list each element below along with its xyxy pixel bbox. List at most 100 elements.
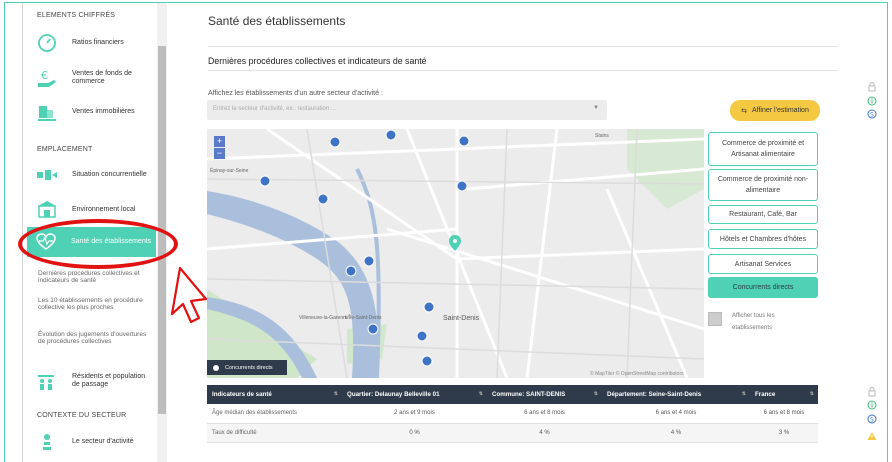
category-concurrents-directs[interactable]: Concurrents directs	[708, 277, 818, 298]
sector-icon	[36, 431, 58, 453]
map-marker[interactable]	[329, 136, 341, 148]
lock-icon[interactable]	[867, 387, 877, 397]
sort-icon: ⇅	[741, 391, 746, 397]
map[interactable]: Saint-Denis Villeneuve-la-Garenne Stains…	[207, 129, 704, 378]
svg-text:S: S	[870, 112, 874, 119]
building-sale-icon	[36, 101, 58, 123]
map-zoom-control: + −	[214, 136, 225, 160]
show-all-label: Afficher tous les établissements	[732, 313, 775, 331]
annotation-highlight-ellipse	[18, 219, 178, 269]
map-label-saint-denis: Saint-Denis	[443, 315, 480, 322]
map-label-epinay: Épinay-sur-Seine	[210, 167, 249, 174]
affiner-label: Affiner l'estimation	[752, 107, 809, 114]
source-icon[interactable]: S	[867, 414, 877, 424]
warning-icon[interactable]	[867, 431, 877, 441]
sidebar-item-label: Ventes de fonds de commerce	[72, 70, 132, 85]
table-cell: 4 %	[487, 423, 602, 443]
map-marker[interactable]	[345, 265, 357, 277]
map-marker[interactable]	[458, 135, 470, 147]
sidebar-item-label: Le secteur d'activité	[72, 438, 134, 445]
svg-text:€: €	[41, 69, 48, 82]
category-commerce-alimentaire[interactable]: Commerce de proximité et Artisanat alime…	[708, 132, 818, 166]
table-header-row: Indicateurs de santé ⇅ Quartier: Delaunay…	[207, 385, 818, 404]
sub-link-dernieres-procedures[interactable]: Dernières procédures collectives et indi…	[38, 270, 150, 285]
map-label-ile-st-denis: L'Île-Saint-Denis	[345, 314, 382, 321]
sort-icon: ⇅	[809, 391, 814, 397]
divider	[208, 46, 838, 47]
health-indicators-table: Indicateurs de santé ⇅ Quartier: Delaunay…	[207, 385, 818, 443]
show-all-checkbox[interactable]	[708, 312, 722, 326]
sidebar-item-secteur-activite[interactable]: Le secteur d'activité	[28, 427, 154, 457]
column-header[interactable]: France ⇅	[750, 385, 818, 404]
sub-link-evolution-jugements[interactable]: Évolution des jugements d'ouvertures de …	[38, 331, 150, 346]
column-header[interactable]: Commune: SAINT-DENIS ⇅	[487, 385, 602, 404]
category-artisanat-services[interactable]: Artisanat Services	[708, 254, 818, 274]
page-title: Santé des établissements	[208, 14, 346, 28]
sidebar-item-label: Résidents et population de passage	[72, 373, 146, 388]
sidebar-item-residents-population[interactable]: Résidents et population de passage	[28, 366, 154, 396]
affiner-estimation-button[interactable]: ⇆ Affiner l'estimation	[730, 100, 820, 121]
map-marker[interactable]	[385, 129, 397, 141]
sidebar-item-ventes-fonds-commerce[interactable]: € Ventes de fonds de commerce	[28, 63, 154, 93]
sidebar-item-ventes-immobilieres[interactable]: Ventes immobilières	[28, 97, 154, 127]
sort-icon: ⇅	[478, 391, 483, 397]
gauge-icon	[36, 32, 58, 54]
map-marker[interactable]	[456, 180, 468, 192]
zoom-out-button[interactable]: −	[214, 148, 225, 159]
sidebar-item-ratios-financiers[interactable]: Ratios financiers	[28, 28, 154, 58]
table-cell: 6 ans et 4 mois	[602, 404, 750, 424]
sort-icon: ⇅	[333, 391, 338, 397]
sub-link-10-etablissements[interactable]: Les 10 établissements en procédure colle…	[38, 297, 150, 312]
map-marker[interactable]	[317, 193, 329, 205]
euro-hand-icon: €	[36, 67, 58, 89]
sidebar-item-label: Ratios financiers	[72, 39, 124, 46]
people-icon	[36, 370, 58, 392]
chevron-down-icon: ▼	[593, 105, 599, 111]
sector-select-placeholder: Entrez le secteur d'activité, ex.: resta…	[213, 106, 336, 112]
table-row: Taux de difficulté 0 % 4 % 4 % 3 %	[207, 423, 818, 443]
table-cell: 6 ans et 8 mois	[487, 404, 602, 424]
column-header[interactable]: Indicateurs de santé ⇅	[207, 385, 342, 404]
section-title-elements-chiffres: ELEMENTS CHIFFRÉS	[37, 12, 116, 19]
lock-icon[interactable]	[867, 82, 877, 92]
sidebar-item-situation-concurrentielle[interactable]: Situation concurrentielle	[28, 160, 154, 190]
map-marker[interactable]	[259, 175, 271, 187]
sidebar-item-label: Situation concurrentielle	[72, 171, 147, 178]
table-cell: 6 ans et 8 mois	[750, 404, 818, 424]
table-cell: 4 %	[602, 423, 750, 443]
sector-select[interactable]: Entrez le secteur d'activité, ex.: resta…	[207, 100, 607, 120]
section-title-contexte-secteur: CONTEXTE DU SECTEUR	[37, 412, 127, 419]
column-header[interactable]: Département: Seine-Saint-Denis ⇅	[602, 385, 750, 404]
source-icon[interactable]: S	[867, 109, 877, 119]
legend-label: Concurrents directs	[225, 364, 273, 371]
map-label-stains: Stains	[595, 133, 609, 139]
divider	[208, 70, 838, 71]
category-commerce-non-alimentaire[interactable]: Commerce de proximité non-alimentaire	[708, 169, 818, 201]
section-title: Dernières procédures collectives et indi…	[208, 56, 427, 66]
category-hotels[interactable]: Hôtels et Chambres d'hôtes	[708, 229, 818, 249]
map-attribution[interactable]: © MapTiler © OpenStreetMap contributors	[590, 371, 684, 377]
info-icon[interactable]	[867, 96, 877, 106]
map-marker[interactable]	[416, 330, 428, 342]
table-cell: Âge médian des établissements	[207, 404, 342, 424]
column-header[interactable]: Quartier: Delaunay Belleville 01 ⇅	[342, 385, 487, 404]
zoom-in-button[interactable]: +	[214, 136, 225, 147]
table-cell: Taux de difficulté	[207, 423, 342, 443]
legend-dot-icon	[213, 364, 219, 371]
map-marker[interactable]	[367, 323, 379, 335]
table-cell: 0 %	[342, 423, 487, 443]
filter-label: Affichez les établissements d'un autre s…	[208, 90, 383, 97]
map-marker[interactable]	[423, 301, 435, 313]
section-title-emplacement: EMPLACEMENT	[37, 146, 93, 153]
map-label-villeneuve: Villeneuve-la-Garenne	[299, 315, 349, 321]
table-cell: 3 %	[750, 423, 818, 443]
svg-text:S: S	[870, 417, 874, 424]
map-marker[interactable]	[363, 255, 375, 267]
map-marker[interactable]	[421, 355, 433, 367]
sidebar-item-label: Environnement local	[72, 206, 136, 213]
category-restaurant-cafe-bar[interactable]: Restaurant, Café, Bar	[708, 205, 818, 224]
info-icon[interactable]	[867, 400, 877, 410]
map-legend: Concurrents directs	[207, 360, 287, 375]
table-cell: 2 ans et 9 mois	[342, 404, 487, 424]
table-row: Âge médian des établissements 2 ans et 9…	[207, 404, 818, 424]
